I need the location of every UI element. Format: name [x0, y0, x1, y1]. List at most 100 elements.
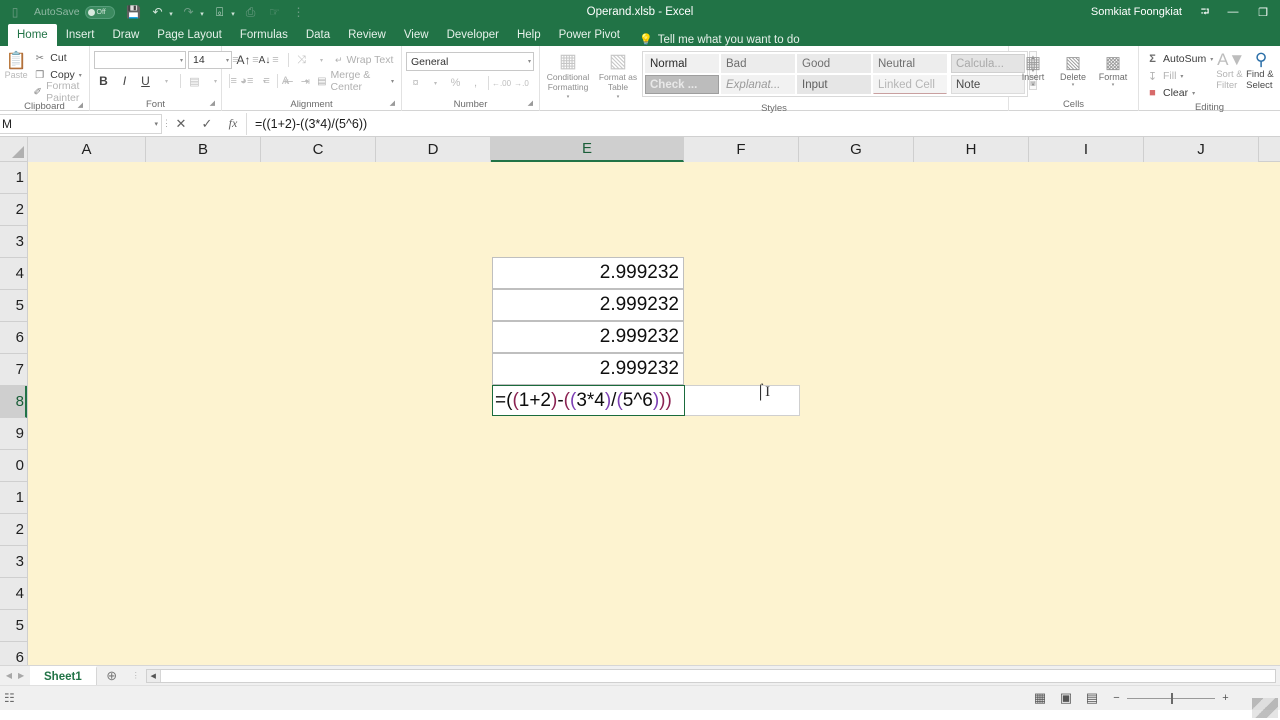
font-dialog-launcher[interactable]: ◢: [210, 97, 215, 110]
page-break-view-icon[interactable]: ▤: [1080, 688, 1104, 708]
paste-button[interactable]: 📋 Paste: [4, 50, 28, 81]
row-header-2[interactable]: 2: [0, 194, 27, 226]
cell-e7[interactable]: 2.999232: [492, 353, 684, 385]
underline-icon[interactable]: U: [136, 72, 155, 90]
page-layout-view-icon[interactable]: ▣: [1054, 688, 1078, 708]
alignment-dialog-launcher[interactable]: ◢: [390, 97, 395, 110]
tab-draw[interactable]: Draw: [103, 24, 148, 46]
orientation-icon[interactable]: ⤨: [292, 51, 311, 69]
font-name-dropdown-icon[interactable]: ▾: [177, 57, 183, 64]
row-header-13[interactable]: 3: [0, 546, 27, 578]
increase-indent-icon[interactable]: ⇥: [298, 72, 313, 90]
style-linked-cell[interactable]: Linked Cell: [873, 75, 947, 94]
style-explanatory[interactable]: Explanat...: [721, 75, 795, 94]
align-left-icon[interactable]: ≡: [226, 72, 241, 90]
sort-filter-button[interactable]: A▼ Sort & Filter: [1216, 48, 1246, 91]
format-painter-button[interactable]: ✐ Format Painter: [30, 80, 96, 104]
percent-style-icon[interactable]: %: [446, 74, 465, 92]
borders-icon[interactable]: ▤: [185, 72, 204, 90]
format-as-table-button[interactable]: ▧ Format as Table ▾: [594, 51, 642, 102]
accounting-dropdown-icon[interactable]: ▾: [426, 74, 445, 92]
row-header-1[interactable]: 1: [0, 162, 27, 194]
sheet-cells-area[interactable]: 2.999232 2.999232 2.999232 2.999232 =( (…: [28, 162, 1280, 665]
tab-review[interactable]: Review: [339, 24, 395, 46]
cell-e5[interactable]: 2.999232: [492, 289, 684, 321]
tell-me-box[interactable]: 💡 Tell me what you want to do: [629, 33, 800, 47]
undo-dropdown-icon[interactable]: ▾: [167, 2, 176, 22]
row-header-11[interactable]: 1: [0, 482, 27, 514]
column-header-a[interactable]: A: [28, 137, 146, 162]
row-header-7[interactable]: 7: [0, 354, 27, 386]
tab-power-pivot[interactable]: Power Pivot: [550, 24, 629, 46]
touch-mode-icon[interactable]: ☞: [264, 2, 286, 22]
cancel-edit-icon[interactable]: ✕: [168, 113, 194, 135]
insert-cells-dropdown-icon[interactable]: ▾: [1032, 82, 1035, 88]
zoom-out-icon[interactable]: −: [1112, 692, 1121, 704]
scrollbar-grip[interactable]: ⋮: [127, 671, 146, 680]
italic-icon[interactable]: I: [115, 72, 134, 90]
insert-cells-button[interactable]: ▦ Insert ▾: [1013, 50, 1053, 88]
decrease-indent-icon[interactable]: ⇤: [281, 72, 296, 90]
number-format-dropdown-icon[interactable]: ▾: [525, 58, 531, 65]
layout-dropdown-icon[interactable]: ▾: [229, 2, 238, 22]
row-header-15[interactable]: 5: [0, 610, 27, 642]
underline-dropdown-icon[interactable]: ▾: [157, 72, 176, 90]
align-bottom-icon[interactable]: ≡: [266, 51, 285, 69]
clipboard-dialog-launcher[interactable]: ◢: [78, 99, 83, 112]
tab-home[interactable]: Home: [8, 24, 57, 46]
tab-formulas[interactable]: Formulas: [231, 24, 297, 46]
tab-page-layout[interactable]: Page Layout: [148, 24, 231, 46]
align-center-icon[interactable]: ≡: [242, 72, 257, 90]
autosave-toggle[interactable]: Off: [84, 5, 115, 19]
save-icon[interactable]: 💾: [123, 2, 145, 22]
number-format-select[interactable]: General ▾: [406, 52, 534, 71]
row-header-14[interactable]: 4: [0, 578, 27, 610]
cut-button[interactable]: ✂ Cut: [30, 50, 96, 66]
orientation-dropdown-icon[interactable]: ▾: [312, 51, 331, 69]
user-account-name[interactable]: Somkiat Foongkiat: [1091, 6, 1192, 18]
clear-button[interactable]: ■ Clear ▾: [1143, 85, 1216, 101]
undo-icon[interactable]: ↶: [147, 2, 169, 22]
fill-dropdown-icon[interactable]: ▾: [1180, 73, 1183, 80]
horizontal-scrollbar[interactable]: ⋮ ◀: [127, 666, 1280, 685]
style-good[interactable]: Good: [797, 54, 871, 73]
increase-decimal-icon[interactable]: ←.00: [492, 74, 511, 92]
style-check-cell[interactable]: Check ...: [645, 75, 719, 94]
minimize-button[interactable]: —: [1218, 0, 1248, 24]
name-box-dropdown-icon[interactable]: ▾: [154, 120, 158, 128]
wrap-text-button[interactable]: ↵ Wrap Text: [332, 51, 396, 69]
delete-cells-dropdown-icon[interactable]: ▾: [1072, 82, 1075, 88]
merge-center-button[interactable]: ▤ Merge & Center ▾: [314, 69, 397, 93]
restore-button[interactable]: ❐: [1248, 0, 1278, 24]
add-sheet-icon[interactable]: ⊕: [97, 666, 127, 685]
fill-button[interactable]: ↧ Fill ▾: [1143, 68, 1216, 84]
column-header-h[interactable]: H: [914, 137, 1029, 162]
font-name-input[interactable]: ▾: [94, 51, 186, 69]
row-header-16[interactable]: 6: [0, 642, 27, 665]
format-as-table-dropdown-icon[interactable]: ▾: [617, 92, 620, 102]
tab-developer[interactable]: Developer: [438, 24, 508, 46]
tab-data[interactable]: Data: [297, 24, 339, 46]
style-normal[interactable]: Normal: [645, 54, 719, 73]
align-top-icon[interactable]: ≡: [226, 51, 245, 69]
align-right-icon[interactable]: ≡: [259, 72, 274, 90]
row-header-5[interactable]: 5: [0, 290, 27, 322]
style-bad[interactable]: Bad: [721, 54, 795, 73]
row-header-8[interactable]: 8: [0, 386, 27, 418]
quick-print-layout-icon[interactable]: ⌻: [209, 2, 231, 22]
sheet-nav-arrows[interactable]: ◀ ▶: [0, 666, 30, 685]
merge-dropdown-icon[interactable]: ▾: [391, 78, 394, 85]
accessibility-icon[interactable]: ☷: [4, 691, 15, 705]
zoom-slider[interactable]: [1127, 692, 1215, 704]
name-box[interactable]: M ▾: [0, 113, 162, 134]
sheet-nav-next-icon[interactable]: ▶: [18, 671, 24, 680]
tab-view[interactable]: View: [395, 24, 438, 46]
row-header-6[interactable]: 6: [0, 322, 27, 354]
bold-icon[interactable]: B: [94, 72, 113, 90]
format-cells-dropdown-icon[interactable]: ▾: [1112, 82, 1115, 88]
print-preview-icon[interactable]: ⎙: [240, 2, 262, 22]
find-select-button[interactable]: ⚲ Find & Select: [1246, 48, 1276, 91]
accounting-format-icon[interactable]: ¤: [406, 74, 425, 92]
confirm-edit-icon[interactable]: ✓: [194, 113, 220, 135]
column-header-b[interactable]: B: [146, 137, 261, 162]
